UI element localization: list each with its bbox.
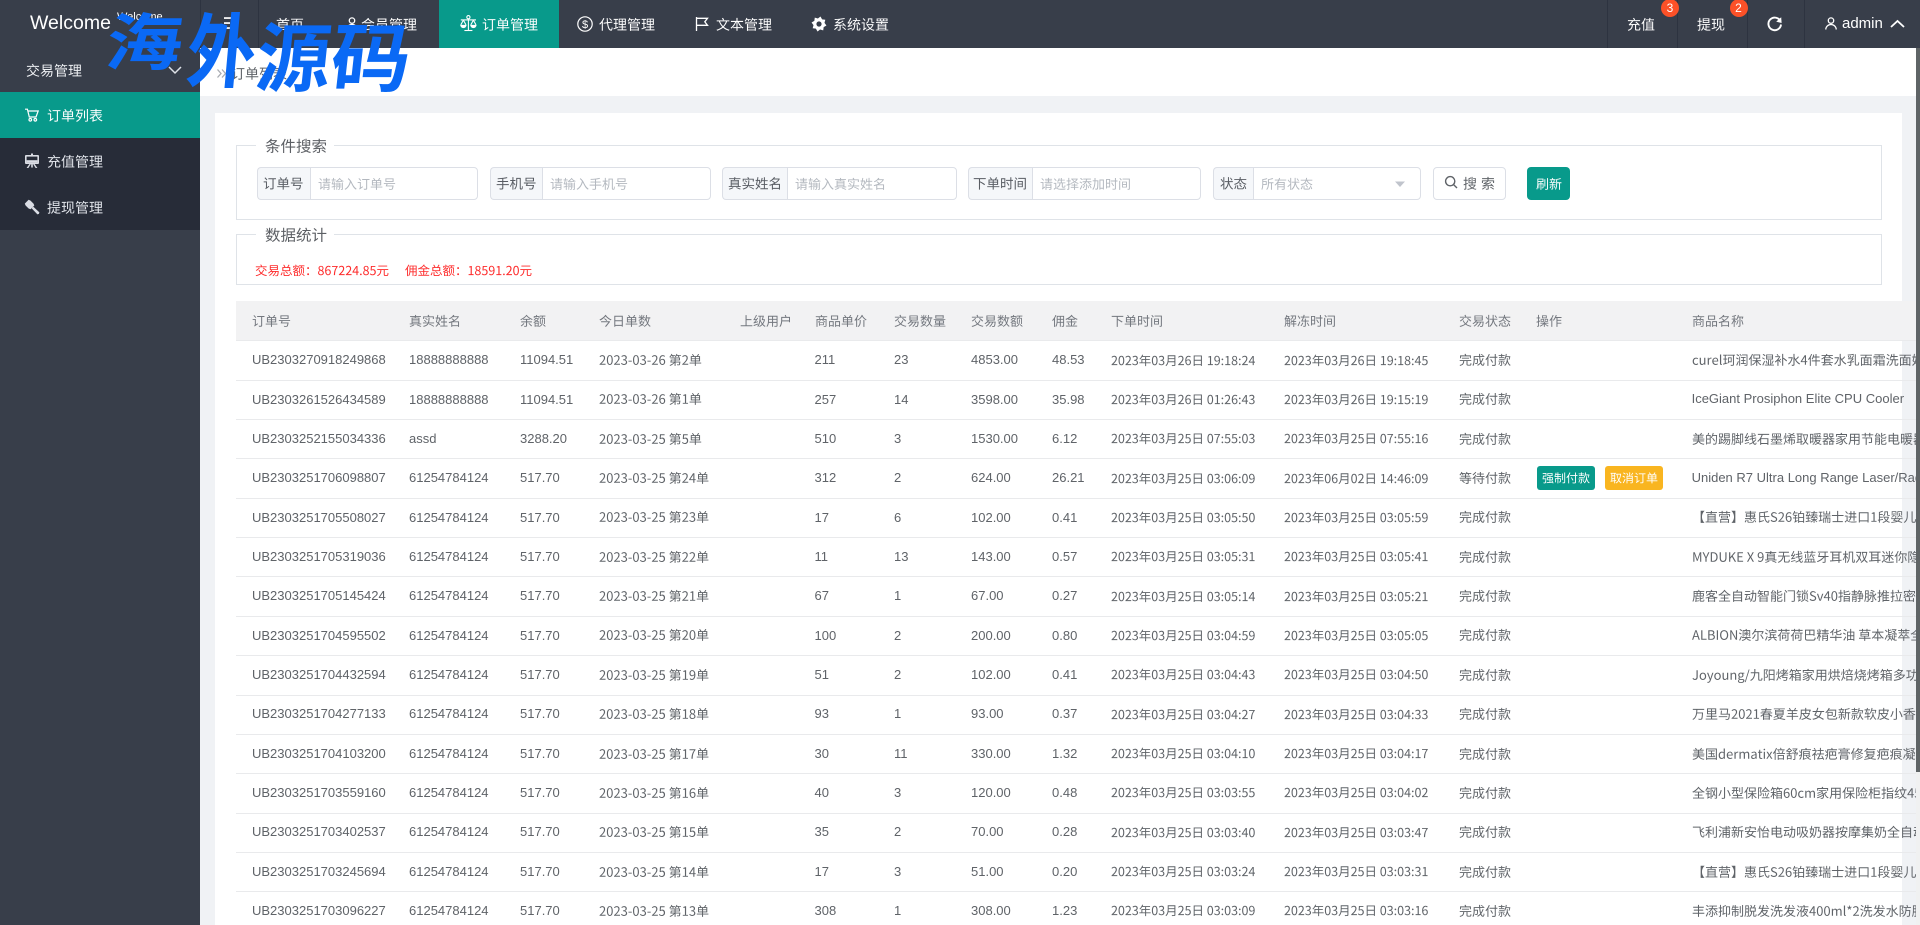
svg-text:$: $ xyxy=(582,19,588,31)
